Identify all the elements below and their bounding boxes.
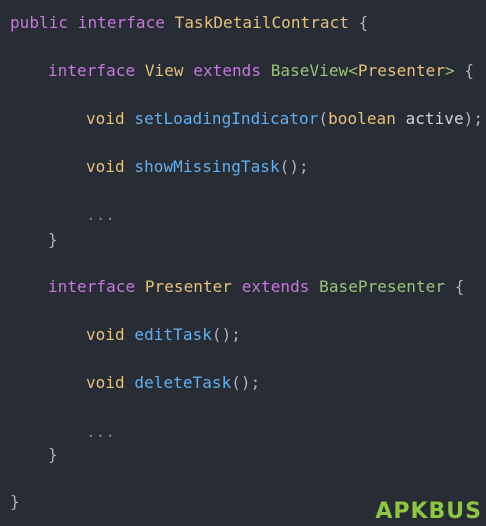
base-type: BaseView [270, 61, 349, 80]
keyword-extends: extends [241, 277, 310, 296]
code-line-show-missing-task: void showMissingTask(); [86, 157, 309, 177]
open-brace: { [358, 13, 369, 32]
ellipsis: ... [86, 422, 116, 441]
code-line-delete-task: void deleteTask(); [86, 373, 260, 393]
keyword-interface: interface [48, 277, 136, 296]
keyword-public: public [10, 13, 69, 32]
interface-name: View [144, 61, 184, 80]
call-parens: (); [279, 157, 309, 176]
code-line-presenter-declaration: interface Presenter extends BasePresente… [48, 277, 464, 297]
call-parens: (); [211, 325, 241, 344]
param-type: boolean [328, 109, 396, 128]
code-line-contract-declaration: public interface TaskDetailContract { [10, 13, 368, 33]
keyword-extends: extends [193, 61, 262, 80]
keyword-interface: interface [48, 61, 136, 80]
open-brace: { [464, 61, 475, 80]
close-brace: } [48, 230, 58, 249]
call-parens: (); [231, 373, 261, 392]
return-type: void [86, 109, 125, 128]
code-line-set-loading-indicator: void setLoadingIndicator(boolean active)… [86, 109, 483, 129]
code-line-view-close: } [48, 230, 58, 250]
close-brace: } [48, 445, 58, 464]
generic-close: > [445, 61, 455, 80]
code-viewer: public interface TaskDetailContract { in… [0, 0, 486, 526]
code-line-contract-close: } [10, 492, 20, 512]
paren-open: ( [318, 109, 329, 128]
code-line-view-declaration: interface View extends BaseView<Presente… [48, 61, 474, 81]
watermark-logo: APKBUS [375, 499, 482, 524]
generic-type: Presenter [357, 61, 446, 80]
return-type: void [86, 325, 125, 344]
code-line-ellipsis: ... [86, 205, 115, 225]
method-name: deleteTask [134, 373, 232, 392]
close-brace: } [10, 492, 20, 511]
param-name: active [405, 109, 464, 128]
return-type: void [86, 373, 125, 392]
ellipsis: ... [86, 205, 116, 224]
interface-name: Presenter [144, 277, 232, 296]
open-brace: { [454, 277, 465, 296]
code-line-presenter-close: } [48, 445, 58, 465]
code-line-edit-task: void editTask(); [86, 325, 241, 345]
code-line-ellipsis: ... [86, 422, 115, 442]
base-type: BasePresenter [319, 277, 446, 296]
return-type: void [86, 157, 125, 176]
paren-close: ); [463, 109, 484, 128]
method-name: showMissingTask [134, 157, 280, 176]
method-name: setLoadingIndicator [134, 109, 319, 128]
interface-name: TaskDetailContract [174, 13, 349, 32]
generic-open: < [348, 61, 358, 80]
method-name: editTask [134, 325, 212, 344]
keyword-interface: interface [77, 13, 165, 32]
